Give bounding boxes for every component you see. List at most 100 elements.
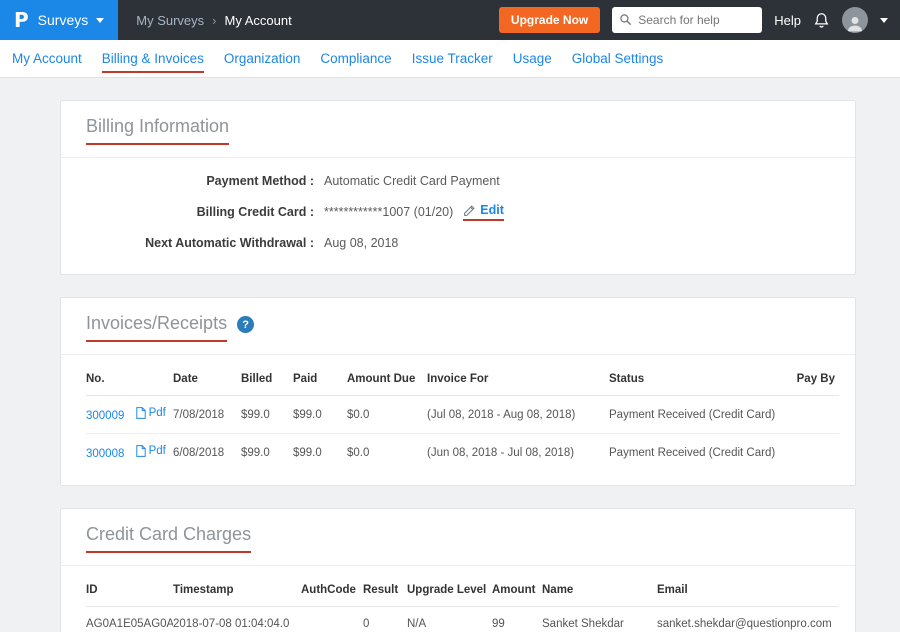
account-menu-chevron-down-icon[interactable] [880,18,888,23]
billing-information-card: Billing Information Payment Method : Aut… [60,100,856,275]
credit-card-charges-card: Credit Card Charges ID Timestamp AuthCod… [60,508,856,632]
chevron-down-icon [96,18,104,23]
avatar[interactable] [842,7,868,33]
credit-card-charges-title: Credit Card Charges [86,524,251,553]
search-input[interactable] [612,7,762,33]
invoice-status: Payment Received (Credit Card) [609,434,794,472]
notifications-bell-icon[interactable] [813,12,830,29]
questionpro-logo-icon: P [14,8,29,32]
charge-result: 0 [363,607,407,632]
charges-header-row: ID Timestamp AuthCode Result Upgrade Lev… [86,574,839,607]
charges-table: ID Timestamp AuthCode Result Upgrade Lev… [86,574,839,632]
help-link[interactable]: Help [774,13,801,28]
billing-credit-card-row: Billing Credit Card : ************1007 (… [86,203,830,221]
tab-my-account[interactable]: My Account [2,40,92,77]
col-pay-by: Pay By [794,363,839,396]
search-icon [619,13,632,26]
topbar-right-actions: Upgrade Now Help [499,7,900,33]
tab-global-settings[interactable]: Global Settings [562,40,674,77]
invoice-number-link[interactable]: 300008 [86,448,124,460]
tab-organization[interactable]: Organization [214,40,311,77]
pencil-edit-icon [463,204,476,217]
col-no: No. [86,363,173,396]
payment-method-label: Payment Method : [86,174,314,188]
col-date: Date [173,363,241,396]
invoice-period: (Jun 08, 2018 - Jul 08, 2018) [427,434,609,472]
invoice-row: 300008 Pdf 6/08/2018 $99.0 $99.0 $0.0 (J… [86,434,839,472]
charge-amount: 99 [492,607,542,632]
invoice-date: 6/08/2018 [173,434,241,472]
pdf-file-icon [136,445,146,457]
payment-method-row: Payment Method : Automatic Credit Card P… [86,174,830,188]
invoices-table-wrap: No. Date Billed Paid Amount Due Invoice … [61,355,855,485]
col-amount-due: Amount Due [347,363,427,396]
col-name: Name [542,574,657,607]
top-navbar: P Surveys My Surveys › My Account Upgrad… [0,0,900,40]
invoice-status: Payment Received (Credit Card) [609,396,794,434]
col-authcode: AuthCode [301,574,363,607]
invoice-number-link[interactable]: 300009 [86,410,124,422]
invoice-billed: $99.0 [241,434,293,472]
charges-table-wrap: ID Timestamp AuthCode Result Upgrade Lev… [61,566,855,632]
col-invoice-for: Invoice For [427,363,609,396]
col-id: ID [86,574,173,607]
product-name: Surveys [38,12,89,28]
next-withdrawal-row: Next Automatic Withdrawal : Aug 08, 2018 [86,236,830,250]
charge-id: AG0A1E05AG0A [86,607,173,632]
invoice-date: 7/08/2018 [173,396,241,434]
col-result: Result [363,574,407,607]
tab-billing-invoices[interactable]: Billing & Invoices [92,40,214,77]
col-paid: Paid [293,363,347,396]
col-status: Status [609,363,794,396]
edit-card-action[interactable]: Edit [463,203,504,221]
invoice-paid: $99.0 [293,434,347,472]
tab-issue-tracker[interactable]: Issue Tracker [402,40,503,77]
invoice-pay-by [794,396,839,434]
page-content: Billing Information Payment Method : Aut… [0,78,900,632]
invoice-pay-by [794,434,839,472]
col-billed: Billed [241,363,293,396]
charge-row: AG0A1E05AG0A 2018-07-08 01:04:04.0 0 N/A… [86,607,839,632]
invoice-amount-due: $0.0 [347,396,427,434]
breadcrumb-separator-icon: › [212,13,216,28]
breadcrumb: My Surveys › My Account [136,13,291,28]
col-email: Email [657,574,839,607]
charge-timestamp: 2018-07-08 01:04:04.0 [173,607,301,632]
billing-credit-card-value: ************1007 (01/20) [324,205,453,219]
billing-credit-card-label: Billing Credit Card : [86,205,314,219]
invoices-receipts-title: Invoices/Receipts [86,313,227,342]
help-search-box[interactable] [612,7,762,33]
invoice-amount-due: $0.0 [347,434,427,472]
invoice-pdf-link[interactable]: Pdf [149,445,166,457]
upgrade-now-button[interactable]: Upgrade Now [499,7,600,33]
breadcrumb-my-account: My Account [225,13,292,28]
pdf-file-icon [136,407,146,419]
invoice-period: (Jul 08, 2018 - Aug 08, 2018) [427,396,609,434]
invoices-table: No. Date Billed Paid Amount Due Invoice … [86,363,839,471]
edit-card-link[interactable]: Edit [480,203,504,217]
user-icon [845,13,865,33]
credit-card-charges-header: Credit Card Charges [61,509,855,566]
tab-compliance[interactable]: Compliance [310,40,401,77]
billing-information-header: Billing Information [61,101,855,158]
col-amount: Amount [492,574,542,607]
help-icon[interactable]: ? [237,316,254,333]
tab-usage[interactable]: Usage [503,40,562,77]
invoice-paid: $99.0 [293,396,347,434]
next-withdrawal-label: Next Automatic Withdrawal : [86,236,314,250]
invoice-row: 300009 Pdf 7/08/2018 $99.0 $99.0 $0.0 (J… [86,396,839,434]
next-withdrawal-value: Aug 08, 2018 [324,236,398,250]
invoice-billed: $99.0 [241,396,293,434]
invoices-header-row: No. Date Billed Paid Amount Due Invoice … [86,363,839,396]
col-upgrade-level: Upgrade Level [407,574,492,607]
breadcrumb-my-surveys[interactable]: My Surveys [136,13,204,28]
col-timestamp: Timestamp [173,574,301,607]
invoice-pdf-link[interactable]: Pdf [149,407,166,419]
invoices-receipts-card: Invoices/Receipts ? No. Date Billed Paid… [60,297,856,486]
product-switcher[interactable]: P Surveys [0,0,118,40]
billing-information-title: Billing Information [86,116,229,145]
invoices-receipts-header: Invoices/Receipts ? [61,298,855,355]
billing-information-body: Payment Method : Automatic Credit Card P… [61,158,855,274]
charge-email: sanket.shekdar@questionpro.com [657,607,839,632]
account-nav-tabs: My Account Billing & Invoices Organizati… [0,40,900,78]
